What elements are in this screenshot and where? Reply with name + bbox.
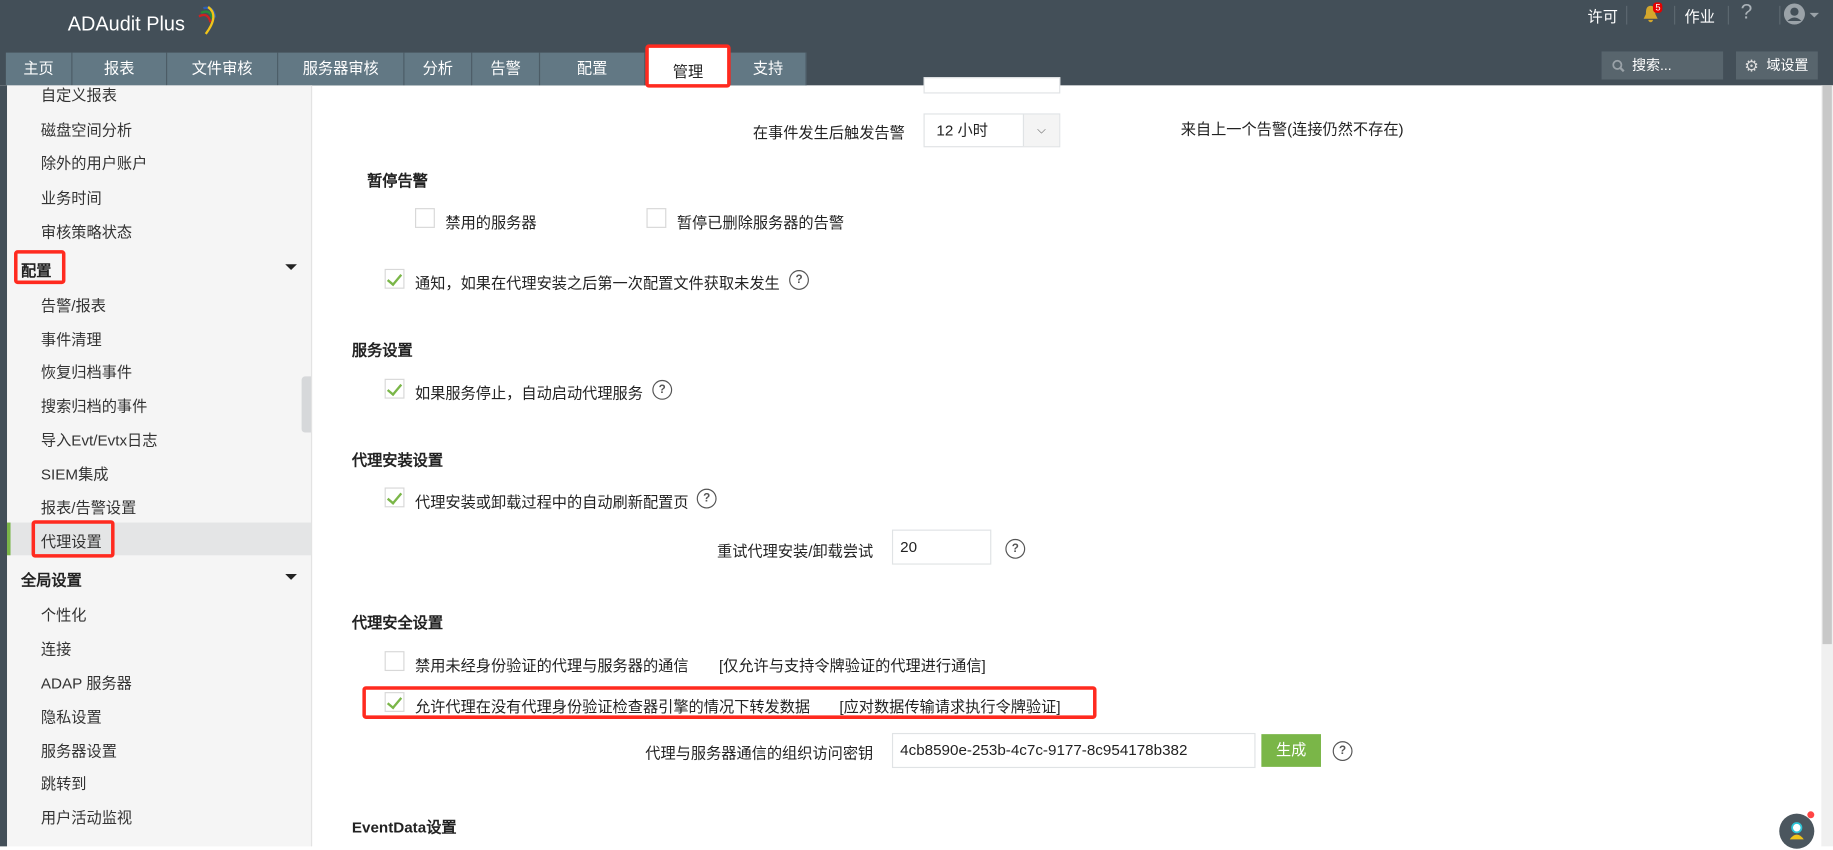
- eventdata-settings-heading: EventData设置: [351, 818, 457, 836]
- tab-reports[interactable]: 报表: [72, 52, 168, 86]
- sidebar-item-business-hours[interactable]: 业务时间: [41, 186, 102, 208]
- app-title: ADAudit Plus: [67, 12, 185, 36]
- tab-admin[interactable]: 管理: [645, 44, 731, 88]
- divider: [1626, 5, 1628, 25]
- allow-forward-note: [应对数据传输请求执行令牌验证]: [839, 697, 1061, 716]
- caret-down-icon[interactable]: [285, 573, 297, 580]
- sidebar-section-config[interactable]: 配置: [21, 258, 51, 280]
- search-placeholder: 搜索...: [1631, 57, 1672, 74]
- partial-select[interactable]: [923, 77, 1061, 94]
- tab-support[interactable]: 支持: [730, 52, 807, 86]
- caret-down-icon[interactable]: [285, 264, 297, 271]
- sidebar-item-connection[interactable]: 连接: [41, 637, 71, 659]
- auto-start-checkbox[interactable]: [384, 378, 405, 399]
- tab-server-audit[interactable]: 服务器审核: [278, 52, 405, 86]
- notification-bell-icon[interactable]: 5: [1641, 2, 1663, 27]
- generate-button[interactable]: 生成: [1261, 734, 1321, 767]
- help-icon[interactable]: ?: [652, 379, 673, 400]
- access-key-label: 代理与服务器通信的组织访问密钥: [645, 744, 874, 763]
- sidebar-item-report-alert-settings[interactable]: 报表/告警设置: [41, 496, 136, 518]
- allow-forward-checkbox[interactable]: [384, 692, 405, 712]
- divider: [1727, 5, 1729, 25]
- security-settings-heading: 代理安全设置: [351, 613, 444, 632]
- scrollbar-track[interactable]: [1821, 85, 1833, 847]
- support-chat-button[interactable]: [1779, 811, 1815, 849]
- tab-alerts[interactable]: 告警: [472, 52, 541, 86]
- license-link[interactable]: 许可: [1588, 5, 1618, 27]
- sidebar-item-user-activity[interactable]: 用户活动监视: [41, 805, 132, 827]
- disable-unauth-label: 禁用未经身份验证的代理与服务器的通信: [414, 656, 689, 675]
- sidebar-item-privacy[interactable]: 隐私设置: [41, 705, 102, 727]
- domain-settings-label: 域设置: [1766, 57, 1809, 74]
- trigger-alert-label: 在事件发生后触发告警: [752, 123, 905, 142]
- sidebar-item-search-archive[interactable]: 搜索归档的事件: [41, 394, 147, 416]
- sidebar-item-adap-server[interactable]: ADAP 服务器: [41, 671, 132, 693]
- search-icon: [1612, 59, 1625, 73]
- sidebar-item-siem[interactable]: SIEM集成: [41, 462, 109, 484]
- tab-home[interactable]: 主页: [5, 52, 73, 86]
- sidebar-item-audit-policy[interactable]: 审核策略状态: [41, 220, 132, 242]
- service-settings-heading: 服务设置: [351, 341, 413, 359]
- sidebar-item-import-evt[interactable]: 导入Evt/Evtx日志: [41, 428, 158, 450]
- allow-forward-label: 允许代理在没有代理身份验证检查器引擎的情况下转发数据: [414, 697, 811, 716]
- notify-checkbox[interactable]: [384, 268, 405, 289]
- trigger-alert-value: 12 小时: [936, 121, 988, 140]
- sidebar-item-personalize[interactable]: 个性化: [41, 603, 87, 625]
- left-edge-strip: [0, 85, 8, 847]
- retry-label: 重试代理安装/卸载尝试: [717, 542, 874, 560]
- scrollbar-thumb[interactable]: [1822, 85, 1832, 645]
- disable-unauth-checkbox[interactable]: [384, 651, 405, 672]
- pause-deleted-label: 暂停已删除服务器的告警: [676, 213, 845, 232]
- jobs-link[interactable]: 作业: [1685, 5, 1715, 27]
- user-avatar-icon[interactable]: [1783, 2, 1824, 29]
- help-icon[interactable]: ?: [696, 488, 717, 509]
- access-key-input[interactable]: 4cb8590e-253b-4c7c-9177-8c954178b382: [891, 732, 1256, 769]
- notify-label: 通知，如果在代理安装之后第一次配置文件获取未发生: [414, 274, 780, 293]
- support-agent-icon: [1789, 822, 1804, 840]
- chat-notification-dot: [1807, 811, 1815, 819]
- sidebar-item-server-settings[interactable]: 服务器设置: [41, 739, 117, 761]
- tab-file-audit[interactable]: 文件审核: [167, 52, 279, 86]
- gear-icon: ⚙: [1744, 56, 1759, 75]
- notification-count-badge: 5: [1652, 2, 1663, 13]
- app-logo[interactable]: ADAudit Plus: [67, 6, 217, 36]
- trigger-alert-select[interactable]: 12 小时 ⌵: [923, 113, 1061, 148]
- logo-arc-icon: [198, 6, 217, 35]
- tab-analytics[interactable]: 分析: [404, 52, 473, 86]
- sidebar-item-restore-archive[interactable]: 恢复归档事件: [41, 360, 132, 382]
- install-settings-heading: 代理安装设置: [351, 451, 444, 469]
- retry-input[interactable]: 20: [891, 529, 992, 565]
- divider: [1674, 5, 1676, 25]
- disabled-servers-checkbox[interactable]: [414, 208, 435, 228]
- sidebar-item-event-purge[interactable]: 事件清理: [41, 327, 102, 349]
- domain-settings-button[interactable]: ⚙ 域设置: [1735, 51, 1818, 80]
- tab-configuration[interactable]: 配置: [540, 52, 646, 86]
- sidebar-collapse-handle[interactable]: [301, 376, 311, 433]
- help-icon[interactable]: ?: [1741, 0, 1753, 25]
- sidebar-item-jump-to[interactable]: 跳转到: [41, 772, 87, 794]
- search-input[interactable]: 搜索...: [1601, 51, 1724, 80]
- help-icon[interactable]: ?: [1005, 538, 1026, 559]
- disabled-servers-label: 禁用的服务器: [445, 213, 537, 232]
- sidebar-section-global[interactable]: 全局设置: [21, 568, 82, 590]
- sidebar-item-disk-space[interactable]: 磁盘空间分析: [41, 118, 132, 140]
- pause-alerts-heading: 暂停告警: [367, 171, 428, 190]
- help-icon[interactable]: ?: [789, 270, 809, 290]
- auto-refresh-checkbox[interactable]: [384, 487, 405, 508]
- auto-start-label: 如果服务停止，自动启动代理服务: [414, 384, 643, 403]
- divider: [1779, 5, 1781, 25]
- sidebar-item-agent-settings[interactable]: 代理设置: [41, 530, 102, 552]
- sidebar-item-custom-reports[interactable]: 自定义报表: [41, 83, 117, 105]
- trigger-alert-note: 来自上一个告警(连接仍然不存在): [1180, 120, 1404, 138]
- auto-refresh-label: 代理安装或卸载过程中的自动刷新配置页: [414, 493, 689, 511]
- sidebar-item-alerts-reports[interactable]: 告警/报表: [41, 293, 106, 315]
- disable-unauth-note: [仅允许与支持令牌验证的代理进行通信]: [718, 656, 986, 675]
- chevron-down-icon: ⌵: [1022, 114, 1060, 147]
- sidebar-item-excluded-users[interactable]: 除外的用户账户: [41, 151, 147, 173]
- pause-deleted-checkbox[interactable]: [646, 208, 667, 228]
- help-icon[interactable]: ?: [1332, 741, 1353, 762]
